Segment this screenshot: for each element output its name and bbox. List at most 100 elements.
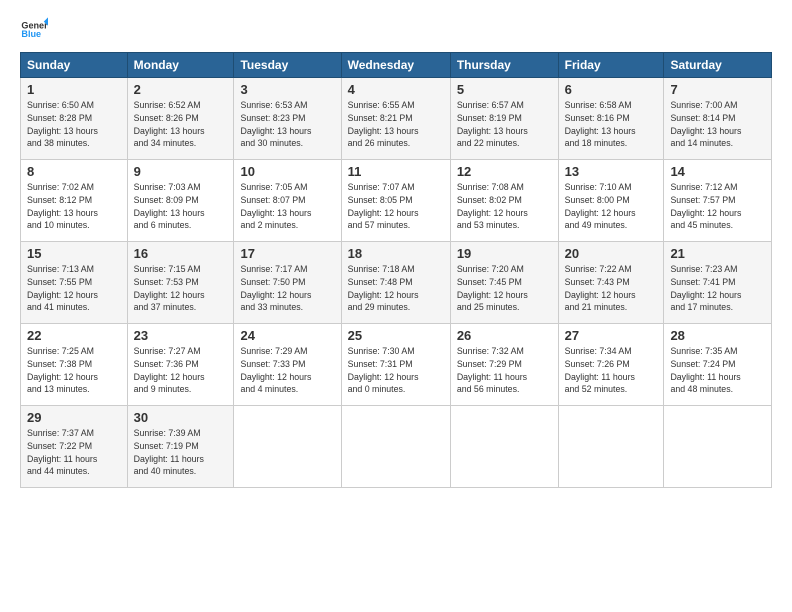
day-number: 9: [134, 164, 228, 179]
table-row: 6 Sunrise: 6:58 AM Sunset: 8:16 PM Daylig…: [558, 78, 664, 160]
day-number: 10: [240, 164, 334, 179]
table-row: 13 Sunrise: 7:10 AM Sunset: 8:00 PM Dayli…: [558, 160, 664, 242]
table-row: 7 Sunrise: 7:00 AM Sunset: 8:14 PM Daylig…: [664, 78, 772, 160]
table-row: 14 Sunrise: 7:12 AM Sunset: 7:57 PM Dayli…: [664, 160, 772, 242]
day-info: Sunrise: 7:37 AM Sunset: 7:22 PM Dayligh…: [27, 427, 121, 478]
day-number: 18: [348, 246, 444, 261]
day-number: 5: [457, 82, 552, 97]
day-info: Sunrise: 6:53 AM Sunset: 8:23 PM Dayligh…: [240, 99, 334, 150]
day-info: Sunrise: 7:18 AM Sunset: 7:48 PM Dayligh…: [348, 263, 444, 314]
table-row: 3 Sunrise: 6:53 AM Sunset: 8:23 PM Daylig…: [234, 78, 341, 160]
day-number: 11: [348, 164, 444, 179]
table-row: 16 Sunrise: 7:15 AM Sunset: 7:53 PM Dayli…: [127, 242, 234, 324]
table-row: 28 Sunrise: 7:35 AM Sunset: 7:24 PM Dayli…: [664, 324, 772, 406]
col-monday: Monday: [127, 53, 234, 78]
table-row: 17 Sunrise: 7:17 AM Sunset: 7:50 PM Dayli…: [234, 242, 341, 324]
day-info: Sunrise: 7:12 AM Sunset: 7:57 PM Dayligh…: [670, 181, 765, 232]
day-info: Sunrise: 7:10 AM Sunset: 8:00 PM Dayligh…: [565, 181, 658, 232]
table-row: 23 Sunrise: 7:27 AM Sunset: 7:36 PM Dayli…: [127, 324, 234, 406]
day-number: 7: [670, 82, 765, 97]
day-info: Sunrise: 6:52 AM Sunset: 8:26 PM Dayligh…: [134, 99, 228, 150]
day-info: Sunrise: 7:03 AM Sunset: 8:09 PM Dayligh…: [134, 181, 228, 232]
table-row: 11 Sunrise: 7:07 AM Sunset: 8:05 PM Dayli…: [341, 160, 450, 242]
col-tuesday: Tuesday: [234, 53, 341, 78]
day-number: 1: [27, 82, 121, 97]
day-info: Sunrise: 7:07 AM Sunset: 8:05 PM Dayligh…: [348, 181, 444, 232]
day-number: 19: [457, 246, 552, 261]
day-number: 25: [348, 328, 444, 343]
day-info: Sunrise: 6:55 AM Sunset: 8:21 PM Dayligh…: [348, 99, 444, 150]
col-sunday: Sunday: [21, 53, 128, 78]
table-row: 24 Sunrise: 7:29 AM Sunset: 7:33 PM Dayli…: [234, 324, 341, 406]
logo-icon: General Blue: [20, 16, 48, 44]
day-number: 23: [134, 328, 228, 343]
day-number: 28: [670, 328, 765, 343]
table-row: [234, 406, 341, 488]
day-number: 22: [27, 328, 121, 343]
day-info: Sunrise: 7:13 AM Sunset: 7:55 PM Dayligh…: [27, 263, 121, 314]
day-number: 8: [27, 164, 121, 179]
logo: General Blue: [20, 16, 52, 44]
table-row: 20 Sunrise: 7:22 AM Sunset: 7:43 PM Dayli…: [558, 242, 664, 324]
table-row: 25Sunrise: 7:30 AM Sunset: 7:31 PM Dayli…: [341, 324, 450, 406]
table-row: 27 Sunrise: 7:34 AM Sunset: 7:26 PM Dayli…: [558, 324, 664, 406]
day-number: 21: [670, 246, 765, 261]
table-row: 8Sunrise: 7:02 AM Sunset: 8:12 PM Daylig…: [21, 160, 128, 242]
day-number: 16: [134, 246, 228, 261]
day-info: Sunrise: 7:15 AM Sunset: 7:53 PM Dayligh…: [134, 263, 228, 314]
table-row: 10 Sunrise: 7:05 AM Sunset: 8:07 PM Dayli…: [234, 160, 341, 242]
day-info: Sunrise: 7:08 AM Sunset: 8:02 PM Dayligh…: [457, 181, 552, 232]
table-row: 4 Sunrise: 6:55 AM Sunset: 8:21 PM Daylig…: [341, 78, 450, 160]
day-number: 29: [27, 410, 121, 425]
table-row: 26Sunrise: 7:32 AM Sunset: 7:29 PM Dayli…: [450, 324, 558, 406]
col-wednesday: Wednesday: [341, 53, 450, 78]
table-row: [558, 406, 664, 488]
day-info: Sunrise: 7:29 AM Sunset: 7:33 PM Dayligh…: [240, 345, 334, 396]
day-info: Sunrise: 7:39 AM Sunset: 7:19 PM Dayligh…: [134, 427, 228, 478]
day-number: 30: [134, 410, 228, 425]
table-row: [450, 406, 558, 488]
day-number: 20: [565, 246, 658, 261]
day-info: Sunrise: 7:05 AM Sunset: 8:07 PM Dayligh…: [240, 181, 334, 232]
col-friday: Friday: [558, 53, 664, 78]
table-row: 1 Sunrise: 6:50 AM Sunset: 8:28 PM Daylig…: [21, 78, 128, 160]
day-info: Sunrise: 7:27 AM Sunset: 7:36 PM Dayligh…: [134, 345, 228, 396]
col-saturday: Saturday: [664, 53, 772, 78]
day-info: Sunrise: 6:57 AM Sunset: 8:19 PM Dayligh…: [457, 99, 552, 150]
table-row: [341, 406, 450, 488]
table-row: 29 Sunrise: 7:37 AM Sunset: 7:22 PM Dayli…: [21, 406, 128, 488]
day-info: Sunrise: 7:34 AM Sunset: 7:26 PM Dayligh…: [565, 345, 658, 396]
calendar: Sunday Monday Tuesday Wednesday Thursday…: [20, 52, 772, 488]
day-number: 24: [240, 328, 334, 343]
day-number: 14: [670, 164, 765, 179]
table-row: 30 Sunrise: 7:39 AM Sunset: 7:19 PM Dayli…: [127, 406, 234, 488]
day-number: 4: [348, 82, 444, 97]
day-info: Sunrise: 7:22 AM Sunset: 7:43 PM Dayligh…: [565, 263, 658, 314]
day-info: Sunrise: 7:23 AM Sunset: 7:41 PM Dayligh…: [670, 263, 765, 314]
day-number: 27: [565, 328, 658, 343]
table-row: 18 Sunrise: 7:18 AM Sunset: 7:48 PM Dayli…: [341, 242, 450, 324]
day-number: 3: [240, 82, 334, 97]
day-info: Sunrise: 7:35 AM Sunset: 7:24 PM Dayligh…: [670, 345, 765, 396]
table-row: 12 Sunrise: 7:08 AM Sunset: 8:02 PM Dayli…: [450, 160, 558, 242]
table-row: 19 Sunrise: 7:20 AM Sunset: 7:45 PM Dayli…: [450, 242, 558, 324]
day-info: Sunrise: 7:32 AM Sunset: 7:29 PM Dayligh…: [457, 345, 552, 396]
table-row: 22 Sunrise: 7:25 AM Sunset: 7:38 PM Dayli…: [21, 324, 128, 406]
day-info: Sunrise: 7:25 AM Sunset: 7:38 PM Dayligh…: [27, 345, 121, 396]
table-row: 5 Sunrise: 6:57 AM Sunset: 8:19 PM Daylig…: [450, 78, 558, 160]
day-info: Sunrise: 6:50 AM Sunset: 8:28 PM Dayligh…: [27, 99, 121, 150]
table-row: 2 Sunrise: 6:52 AM Sunset: 8:26 PM Daylig…: [127, 78, 234, 160]
col-thursday: Thursday: [450, 53, 558, 78]
day-number: 17: [240, 246, 334, 261]
day-info: Sunrise: 6:58 AM Sunset: 8:16 PM Dayligh…: [565, 99, 658, 150]
day-info: Sunrise: 7:17 AM Sunset: 7:50 PM Dayligh…: [240, 263, 334, 314]
day-info: Sunrise: 7:00 AM Sunset: 8:14 PM Dayligh…: [670, 99, 765, 150]
table-row: 9 Sunrise: 7:03 AM Sunset: 8:09 PM Daylig…: [127, 160, 234, 242]
day-number: 13: [565, 164, 658, 179]
day-info: Sunrise: 7:20 AM Sunset: 7:45 PM Dayligh…: [457, 263, 552, 314]
day-number: 2: [134, 82, 228, 97]
day-number: 6: [565, 82, 658, 97]
table-row: 15Sunrise: 7:13 AM Sunset: 7:55 PM Dayli…: [21, 242, 128, 324]
day-number: 12: [457, 164, 552, 179]
table-row: [664, 406, 772, 488]
